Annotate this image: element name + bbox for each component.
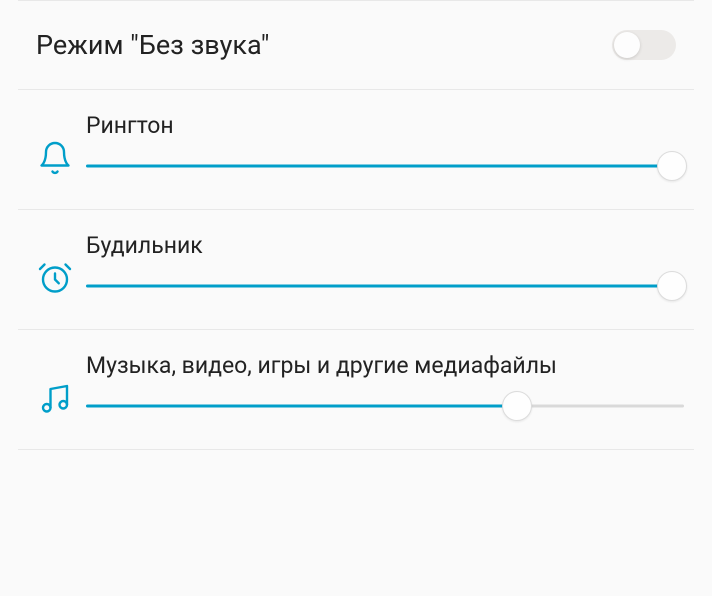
divider bbox=[18, 449, 694, 450]
media-row: Музыка, видео, игры и другие медиафайлы bbox=[0, 330, 712, 449]
alarm-clock-icon bbox=[28, 232, 82, 296]
media-label: Музыка, видео, игры и другие медиафайлы bbox=[86, 352, 684, 379]
ringtone-slider[interactable] bbox=[86, 151, 684, 181]
media-content: Музыка, видео, игры и другие медиафайлы bbox=[82, 352, 684, 421]
ringtone-content: Рингтон bbox=[82, 112, 684, 181]
slider-thumb[interactable] bbox=[502, 391, 532, 421]
alarm-row: Будильник bbox=[0, 210, 712, 329]
slider-thumb[interactable] bbox=[657, 151, 687, 181]
ringtone-row: Рингтон bbox=[0, 90, 712, 209]
silent-mode-label: Режим "Без звука" bbox=[36, 29, 269, 61]
music-note-icon bbox=[28, 352, 82, 416]
slider-fill bbox=[86, 165, 672, 168]
slider-fill bbox=[86, 285, 672, 288]
silent-mode-toggle[interactable] bbox=[612, 30, 676, 60]
sound-settings-panel: Режим "Без звука" Рингтон bbox=[0, 0, 712, 596]
silent-mode-row[interactable]: Режим "Без звука" bbox=[0, 1, 712, 89]
alarm-slider[interactable] bbox=[86, 271, 684, 301]
slider-thumb[interactable] bbox=[657, 271, 687, 301]
media-slider[interactable] bbox=[86, 391, 684, 421]
alarm-label: Будильник bbox=[86, 232, 684, 259]
slider-rest bbox=[517, 405, 684, 408]
alarm-content: Будильник bbox=[82, 232, 684, 301]
ringtone-label: Рингтон bbox=[86, 112, 684, 139]
slider-fill bbox=[86, 405, 517, 408]
toggle-thumb bbox=[614, 32, 640, 58]
bell-icon bbox=[28, 112, 82, 176]
